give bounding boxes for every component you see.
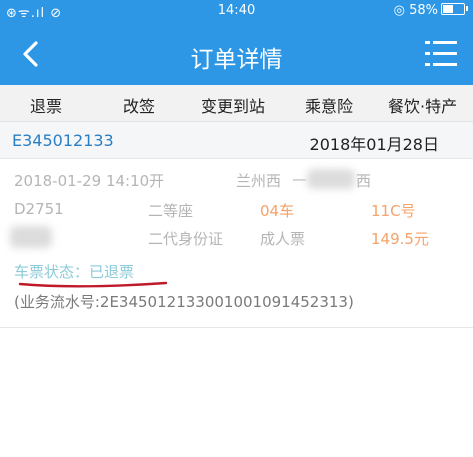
redacted-station	[307, 169, 355, 189]
car-number: 04车	[260, 202, 295, 220]
ticket-price: 149.5元	[371, 230, 429, 248]
battery-label: ◎ 58%	[393, 3, 438, 18]
order-id: E345012133	[12, 131, 114, 150]
status-bar: ⊛ᯤ.ıl ⊘ 14:40 ◎ 58%	[0, 0, 473, 22]
battery-icon	[441, 3, 468, 15]
to-station-suffix: 西	[356, 172, 372, 190]
train-number: D2751	[14, 200, 64, 218]
route-arrow: —	[292, 170, 307, 188]
refund-button[interactable]: 退票	[30, 93, 62, 117]
serial-number: (业务流水号:2E3450121330010010914523​13)	[14, 293, 354, 311]
app-header: 订单详情	[0, 22, 473, 85]
from-station: 兰州西	[236, 172, 282, 190]
insurance-button[interactable]: 乘意险	[305, 93, 353, 117]
page-title: 订单详情	[190, 47, 283, 73]
ticket-type: 成人票	[260, 230, 306, 248]
order-date: 2018年01月28日	[309, 135, 439, 154]
food-specialty-button[interactable]: 餐饮·特产	[388, 93, 457, 117]
order-header: E345012133 2018年01月28日	[0, 122, 473, 159]
redacted-passenger-name	[10, 226, 52, 248]
menu-icon	[425, 41, 457, 66]
seat-class: 二等座	[148, 202, 194, 220]
id-type: 二代身份证	[148, 230, 224, 248]
seat-number: 11C号	[371, 202, 416, 220]
departure-time: 2018-01-29 14:10开	[14, 172, 165, 190]
change-destination-button[interactable]: 变更到站	[201, 93, 265, 117]
divider	[0, 327, 473, 328]
status-underline-mark	[18, 281, 168, 288]
battery-indicator: ◎ 58%	[393, 3, 468, 18]
change-ticket-button[interactable]: 改签	[123, 93, 155, 117]
ticket-status: 车票状态：已退票	[14, 263, 135, 281]
action-bar: 退票 改签 变更到站 乘意险 餐饮·特产	[0, 85, 473, 122]
menu-button[interactable]	[425, 39, 457, 69]
